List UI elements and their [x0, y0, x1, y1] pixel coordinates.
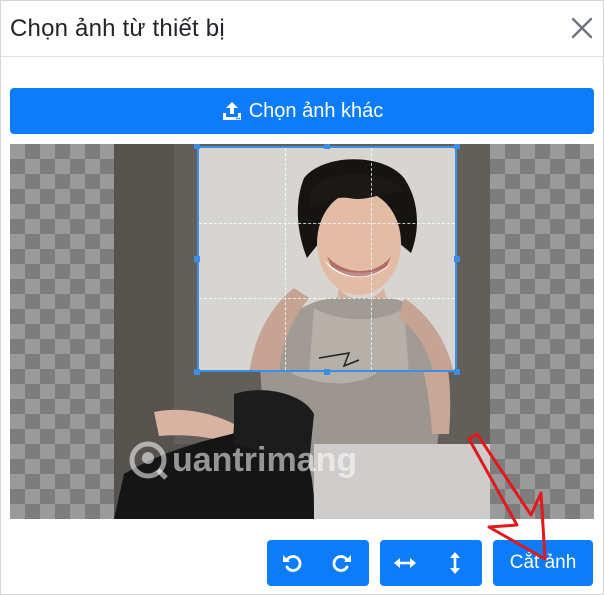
crop-handle-bottom[interactable]	[324, 369, 330, 375]
crop-handle-left[interactable]	[194, 256, 200, 262]
crop-guide-horizontal	[199, 223, 455, 224]
rotate-left-icon	[283, 555, 302, 572]
crop-handle-bottom-right[interactable]	[454, 369, 460, 375]
crop-guide-horizontal	[199, 298, 455, 299]
close-icon	[571, 17, 593, 39]
upload-icon	[222, 102, 241, 120]
rotate-right-icon	[332, 555, 351, 572]
watermark-logo-icon	[129, 441, 168, 480]
crop-guide-vertical	[371, 148, 372, 370]
watermark-text: uantrimang	[172, 440, 358, 479]
close-button[interactable]	[569, 15, 595, 41]
crop-handle-bottom-left[interactable]	[194, 369, 200, 375]
crop-guide-vertical	[285, 148, 286, 370]
crop-handle-top[interactable]	[324, 144, 330, 149]
crop-image-button[interactable]: Cắt ảnh	[493, 540, 593, 586]
crop-image-modal: Chọn ảnh từ thiết bị Chọn ảnh khác uantr…	[0, 0, 604, 595]
image-crop-canvas[interactable]: uantrimang	[10, 144, 594, 519]
flip-button-group	[380, 540, 482, 586]
rotate-left-button[interactable]	[267, 540, 317, 586]
rotate-button-group	[267, 540, 369, 586]
choose-other-image-label: Chọn ảnh khác	[248, 99, 384, 122]
flip-vertical-icon	[450, 552, 460, 574]
modal-title: Chọn ảnh từ thiết bị	[10, 15, 225, 42]
choose-other-image-button[interactable]: Chọn ảnh khác	[10, 88, 594, 134]
crop-preview	[199, 148, 455, 370]
crop-selection-box[interactable]	[197, 146, 457, 372]
flip-horizontal-icon	[394, 558, 416, 568]
modal-header: Chọn ảnh từ thiết bị	[1, 1, 603, 57]
crop-image-label: Cắt ảnh	[509, 552, 577, 573]
crop-handle-top-left[interactable]	[194, 144, 200, 149]
crop-handle-right[interactable]	[454, 256, 460, 262]
watermark: uantrimang	[128, 440, 357, 480]
rotate-right-button[interactable]	[317, 540, 367, 586]
crop-handle-top-right[interactable]	[454, 144, 460, 149]
flip-vertical-button[interactable]	[430, 540, 480, 586]
flip-horizontal-button[interactable]	[380, 540, 430, 586]
